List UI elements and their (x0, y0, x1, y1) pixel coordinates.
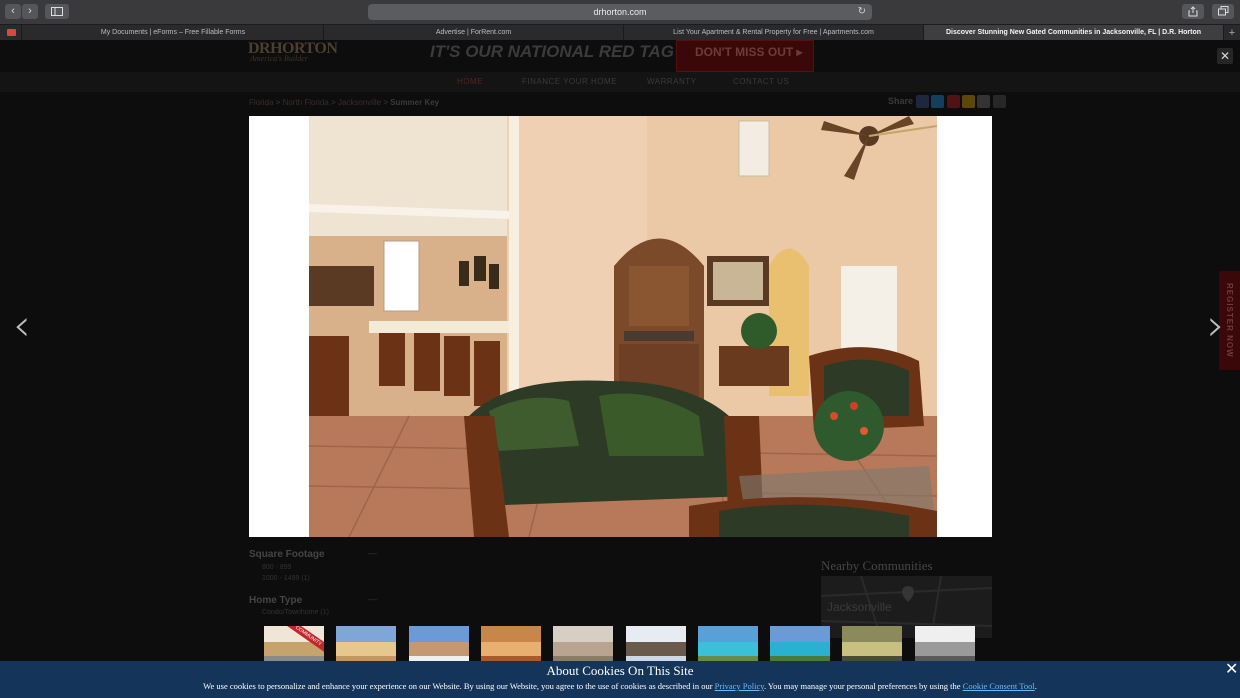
gallery-thumbnail[interactable] (625, 626, 686, 666)
nearby-communities-heading: Nearby Communities (821, 558, 933, 573)
twitter-icon[interactable] (931, 95, 945, 108)
gallery-thumbnail[interactable] (408, 626, 469, 666)
site-logo-tagline: America's Builder (250, 54, 308, 63)
gallery-thumbnail[interactable] (914, 626, 975, 666)
more-icon[interactable] (992, 95, 1006, 108)
tab-overview-button[interactable] (1212, 4, 1234, 19)
new-tab-button[interactable]: + (1224, 25, 1240, 41)
gallery-thumbnail[interactable] (336, 626, 397, 666)
forward-button[interactable]: › (22, 4, 38, 19)
breadcrumb-north-florida[interactable]: North Florida (283, 98, 329, 107)
filter-collapse-icon[interactable]: — (368, 594, 377, 604)
cookie-banner-text: We use cookies to personalize and enhanc… (0, 681, 1240, 691)
map-city-label: Jacksonville (827, 600, 892, 614)
gallery-thumbnail[interactable] (770, 626, 831, 666)
address-bar[interactable]: drhorton.com ↻ (368, 4, 872, 20)
url-text: drhorton.com (593, 7, 647, 17)
main-nav: HOME FINANCE YOUR HOME WARRANTY CONTACT … (0, 72, 1240, 92)
tab-drhorton[interactable]: Discover Stunning New Gated Communities … (924, 25, 1224, 41)
filter-collapse-icon[interactable]: — (368, 548, 377, 558)
tab-eforms[interactable]: My Documents | eForms – Free Fillable Fo… (23, 25, 324, 41)
filter-square-footage-heading[interactable]: Square Footage (249, 549, 325, 560)
gallery-thumbnail[interactable] (480, 626, 541, 666)
lightbox-close-button[interactable]: ✕ (1217, 48, 1233, 64)
filter-option[interactable]: Condo/Townhome (1) (262, 609, 329, 616)
sidebar-icon (51, 7, 63, 16)
cookie-close-icon[interactable]: ✕ (1225, 662, 1238, 678)
cookie-consent-tool-link[interactable]: Cookie Consent Tool (963, 681, 1035, 691)
cookie-banner-title: About Cookies On This Site (546, 663, 694, 678)
tab-apartments[interactable]: List Your Apartment & Rental Property fo… (624, 25, 924, 41)
nav-contact[interactable]: CONTACT US (733, 77, 789, 86)
lightbox-prev-arrow[interactable]: ‹ (13, 304, 31, 348)
back-button[interactable]: ‹ (5, 4, 21, 19)
gallery-thumbnail[interactable] (553, 626, 614, 666)
browser-toolbar: ‹ › drhorton.com ↻ (0, 0, 1240, 24)
share-icon (1188, 6, 1198, 17)
gallery-thumbnail[interactable] (842, 626, 903, 666)
filter-option[interactable]: 1000 - 1499 (1) (262, 575, 310, 582)
clubhouse-interior-image (309, 116, 937, 537)
reload-icon[interactable]: ↻ (858, 4, 866, 20)
back-icon: ‹ (11, 5, 15, 17)
gmail-icon (7, 29, 16, 36)
share-button[interactable] (1182, 4, 1204, 19)
community-badge: COMMUNITY (285, 626, 324, 654)
email-icon[interactable] (961, 95, 975, 108)
lightbox-photo (309, 116, 937, 537)
lightbox-next-arrow[interactable]: › (1207, 304, 1225, 348)
nav-home[interactable]: HOME (457, 77, 483, 86)
print-icon[interactable] (977, 95, 991, 108)
facebook-icon[interactable] (916, 95, 929, 108)
pinterest-icon[interactable] (946, 95, 960, 108)
nav-finance[interactable]: FINANCE YOUR HOME (522, 77, 617, 86)
promo-banner-button[interactable]: DON'T MISS OUT ▸ (676, 40, 814, 72)
breadcrumb-current: Summer Key (390, 98, 440, 107)
cookie-text-after: . (1034, 681, 1037, 691)
lightbox-photo-frame (249, 116, 992, 537)
breadcrumb-separator: > (328, 98, 338, 107)
nav-warranty[interactable]: WARRANTY (647, 77, 696, 86)
share-label: Share (888, 96, 914, 106)
sidebar-toggle-button[interactable] (45, 4, 69, 19)
breadcrumb-separator: > (381, 98, 391, 107)
cookie-text-middle: . You may manage your personal preferenc… (763, 681, 963, 691)
tab-forrent[interactable]: Advertise | ForRent.com (324, 25, 624, 41)
forward-icon: › (28, 5, 32, 17)
filter-option[interactable]: 800 - 899 (262, 564, 292, 571)
tabs-icon (1217, 6, 1228, 16)
breadcrumb-separator: > (273, 98, 283, 107)
cookie-text-before: We use cookies to personalize and enhanc… (203, 681, 715, 691)
cookie-banner: About Cookies On This Site We use cookie… (0, 661, 1240, 698)
gallery-thumbnail[interactable]: COMMUNITY (264, 626, 324, 666)
filter-home-type-heading[interactable]: Home Type (249, 595, 302, 606)
gallery-thumbnail[interactable] (697, 626, 758, 666)
breadcrumb-florida[interactable]: Florida (249, 98, 273, 107)
breadcrumb-jacksonville[interactable]: Jacksonville (338, 98, 381, 107)
pinned-tab[interactable] (0, 25, 22, 41)
tab-bar: My Documents | eForms – Free Fillable Fo… (0, 24, 1240, 41)
privacy-policy-link[interactable]: Privacy Policy (715, 681, 764, 691)
breadcrumb: Florida > North Florida > Jacksonville >… (249, 98, 439, 107)
